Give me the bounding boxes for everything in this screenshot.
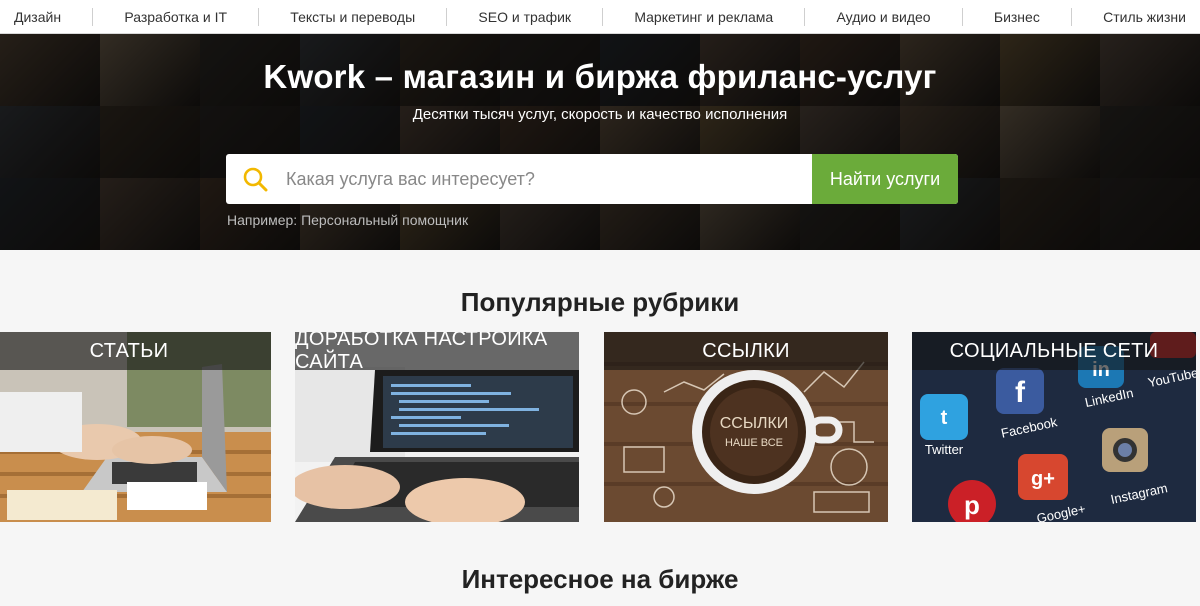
nav-item-design[interactable]: Дизайн [14, 9, 61, 25]
nav-item-texts-translations[interactable]: Тексты и переводы [290, 9, 415, 25]
card-site-setup-label: Доработка настройка сайта [295, 332, 579, 373]
card-articles-label: Статьи [0, 332, 271, 370]
hero-title: Kwork – магазин и биржа фриланс-услуг [263, 58, 937, 95]
card-site-setup[interactable]: Доработка настройка сайта [295, 332, 579, 522]
nav-item-lifestyle[interactable]: Стиль жизни [1103, 9, 1186, 25]
nav-item-audio-video[interactable]: Аудио и видео [837, 9, 931, 25]
nav-divider [602, 7, 604, 26]
category-nav: Дизайн Разработка и IT Тексты и переводы… [0, 0, 1200, 34]
search-input[interactable] [284, 154, 812, 204]
svg-text:g+: g+ [1031, 468, 1055, 490]
search-example: Например: Персональный помощник [227, 212, 468, 228]
cup-text-links: ССЫЛКИ [720, 415, 789, 432]
svg-text:t: t [941, 407, 948, 429]
svg-text:f: f [1015, 376, 1026, 409]
card-links[interactable]: ССЫЛКИ НАШЕ ВСЕ Ссылки [604, 332, 888, 522]
nav-divider [446, 7, 448, 26]
nav-item-business[interactable]: Бизнес [994, 9, 1040, 25]
card-articles[interactable]: Статьи [0, 332, 271, 522]
popular-cards: Статьи Доработка настройка сайта [0, 332, 1200, 522]
nav-divider [258, 7, 260, 26]
twitter-icon: t Twitter [920, 394, 968, 457]
search-example-prefix: Например: [227, 212, 298, 228]
card-links-label: Ссылки [604, 332, 888, 370]
nav-item-development-it[interactable]: Разработка и IT [124, 9, 227, 25]
card-social-networks-label: Социальные сети [912, 332, 1196, 370]
search-example-link[interactable]: Персональный помощник [301, 212, 468, 228]
nav-item-seo-traffic[interactable]: SEO и трафик [478, 9, 571, 25]
svg-text:Twitter: Twitter [925, 442, 964, 457]
nav-divider [1070, 7, 1072, 26]
svg-text:p: p [964, 490, 980, 520]
cup-text-subtitle: НАШЕ ВСЕ [725, 437, 783, 449]
hero-banner: Kwork – магазин и биржа фриланс-услуг Де… [0, 34, 1200, 250]
popular-section-title: Популярные рубрики [460, 287, 740, 317]
magnifier-icon [226, 154, 284, 204]
hero-subtitle: Десятки тысяч услуг, скорость и качество… [412, 106, 788, 123]
nav-divider [92, 7, 94, 26]
interesting-section-title: Интересное на бирже [461, 564, 739, 594]
nav-divider [961, 7, 963, 26]
search-box: Найти услуги [226, 154, 958, 204]
card-social-networks[interactable]: t Twitter f Facebook in LinkedIn YouTube [912, 332, 1196, 522]
search-button[interactable]: Найти услуги [812, 154, 958, 204]
nav-divider [804, 7, 806, 26]
nav-item-marketing-ads[interactable]: Маркетинг и реклама [634, 9, 773, 25]
